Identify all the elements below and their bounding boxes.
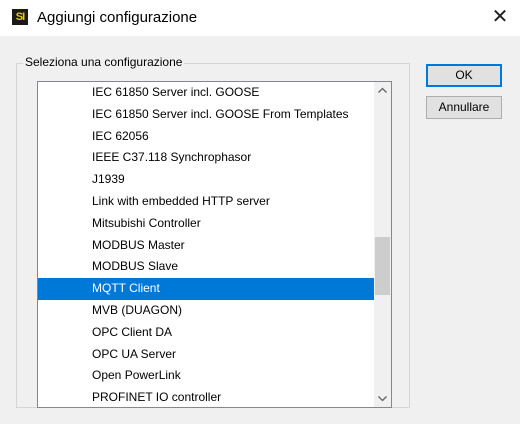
scroll-down-icon[interactable] [374,390,391,407]
list-item[interactable]: Open PowerLink [38,365,374,387]
configuration-list: IEC 61850 Server incl. GOOSE IEC 61850 S… [38,82,374,407]
close-button[interactable]: ✕ [480,0,520,36]
vertical-scrollbar[interactable] [374,82,391,407]
configuration-listbox[interactable]: IEC 61850 Server incl. GOOSE IEC 61850 S… [37,81,392,408]
list-item[interactable]: IEC 61850 Server incl. GOOSE From Templa… [38,104,374,126]
title-bar[interactable]: SI Aggiungi configurazione ✕ [0,0,520,36]
add-configuration-dialog: SI Aggiungi configurazione ✕ Seleziona u… [0,0,520,424]
list-item[interactable]: IEEE C37.118 Synchrophasor [38,147,374,169]
list-item[interactable]: IEC 61850 Server incl. GOOSE [38,82,374,104]
list-item[interactable]: IEC 62056 [38,126,374,148]
list-item[interactable]: MODBUS Slave [38,256,374,278]
scrollbar-thumb[interactable] [375,237,390,295]
list-item[interactable]: OPC Client DA [38,322,374,344]
list-item[interactable]: MVB (DUAGON) [38,300,374,322]
list-item[interactable]: MODBUS Master [38,235,374,257]
list-item-selected[interactable]: MQTT Client [38,278,374,300]
list-item[interactable]: Link with embedded HTTP server [38,191,374,213]
list-item[interactable]: OPC UA Server [38,344,374,366]
cancel-button[interactable]: Annullare [426,96,502,119]
list-item[interactable]: J1939 [38,169,374,191]
groupbox-label: Seleziona una configurazione [23,55,185,69]
scroll-up-icon[interactable] [374,82,391,99]
list-item[interactable]: PROFINET IO controller [38,387,374,407]
ok-button[interactable]: OK [426,64,502,87]
app-logo-icon: SI [12,9,28,25]
list-item[interactable]: Mitsubishi Controller [38,213,374,235]
window-title: Aggiungi configurazione [37,9,198,26]
